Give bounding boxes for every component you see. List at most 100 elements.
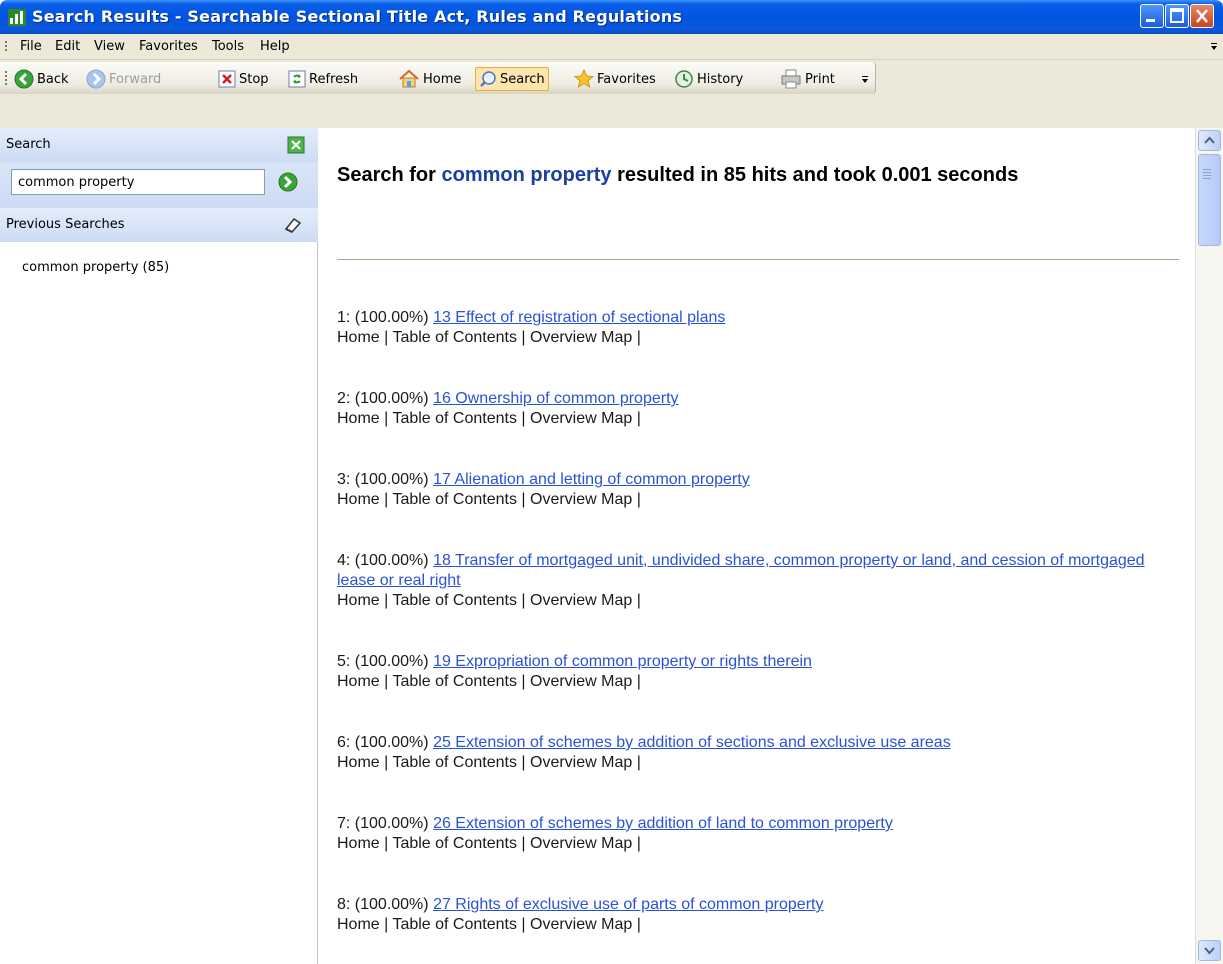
result-nav[interactable]: Home | Table of Contents | Overview Map … [337, 591, 1187, 611]
stop-icon [218, 70, 236, 88]
menu-help[interactable]: Help [260, 39, 290, 54]
window-title: Search Results - Searchable Sectional Ti… [32, 7, 683, 26]
result-nav[interactable]: Home | Table of Contents | Overview Map … [337, 834, 1187, 854]
result-nav[interactable]: Home | Table of Contents | Overview Map … [337, 328, 1187, 348]
heading-term: common property [441, 164, 612, 186]
title-bar[interactable]: Search Results - Searchable Sectional Ti… [0, 0, 1223, 34]
menu-edit[interactable]: Edit [55, 39, 80, 54]
toolbar-overflow-icon[interactable] [860, 72, 870, 86]
favorites-star-icon [574, 69, 594, 89]
result-nav[interactable]: Home | Table of Contents | Overview Map … [337, 490, 1187, 510]
chevron-down-icon [1204, 947, 1215, 955]
scroll-up-button[interactable] [1198, 130, 1221, 151]
scroll-thumb-grip [1203, 169, 1211, 181]
results-list: 1: (100.00%) 13 Effect of registration o… [337, 308, 1187, 964]
result-link[interactable]: 25 Extension of schemes by addition of s… [433, 734, 951, 751]
close-pane-icon[interactable] [287, 136, 305, 154]
menu-overflow-icon[interactable] [1209, 39, 1219, 53]
search-icon [480, 71, 496, 87]
home-icon [399, 69, 419, 88]
close-button[interactable] [1190, 4, 1214, 28]
back-arrow-icon [14, 69, 34, 89]
favorites-button[interactable]: Favorites [574, 67, 656, 91]
result-nav[interactable]: Home | Table of Contents | Overview Map … [337, 409, 1187, 429]
printer-icon [781, 69, 801, 89]
result-item: 4: (100.00%) 18 Transfer of mortgaged un… [337, 551, 1187, 611]
history-icon [675, 70, 693, 88]
eraser-icon[interactable] [283, 217, 303, 233]
search-input[interactable] [11, 169, 265, 195]
result-link[interactable]: 18 Transfer of mortgaged unit, undivided… [337, 552, 1145, 589]
result-link[interactable]: 19 Expropriation of common property or r… [433, 653, 812, 670]
menu-bar: File Edit View Favorites Tools Help [0, 34, 1223, 60]
forward-arrow-icon [86, 69, 106, 89]
result-link[interactable]: 13 Effect of registration of sectional p… [433, 309, 725, 326]
refresh-button[interactable]: Refresh [288, 67, 358, 91]
result-score: 6: (100.00%) [337, 734, 434, 751]
search-pane-title: Search [6, 137, 51, 152]
results-heading: Search for common property resulted in 8… [337, 162, 1137, 189]
app-icon [8, 9, 26, 26]
previous-search-item[interactable]: common property (85) [22, 260, 169, 275]
result-score: 2: (100.00%) [337, 390, 434, 407]
previous-searches-header: Previous Searches [0, 208, 318, 242]
search-pane-header: Search [0, 128, 318, 162]
minimize-icon [1146, 19, 1155, 22]
chevron-up-icon [1204, 136, 1215, 144]
result-item: 3: (100.00%) 17 Alienation and letting o… [337, 470, 1187, 510]
scroll-down-button[interactable] [1198, 940, 1221, 961]
result-nav[interactable]: Home | Table of Contents | Overview Map … [337, 915, 1187, 935]
stop-label: Stop [239, 71, 269, 87]
search-label: Search [500, 71, 545, 87]
forward-button[interactable]: Forward [86, 67, 161, 91]
forward-label: Forward [109, 71, 162, 87]
result-item: 7: (100.00%) 26 Extension of schemes by … [337, 814, 1187, 854]
result-item: 5: (100.00%) 19 Expropriation of common … [337, 652, 1187, 692]
favorites-label: Favorites [597, 71, 656, 87]
menu-favorites[interactable]: Favorites [139, 39, 198, 54]
maximize-button[interactable] [1165, 4, 1189, 28]
result-nav[interactable]: Home | Table of Contents | Overview Map … [337, 753, 1187, 773]
maximize-icon [1170, 8, 1184, 23]
refresh-icon [288, 70, 306, 88]
result-nav[interactable]: Home | Table of Contents | Overview Map … [337, 672, 1187, 692]
toolbar-strip: Back Forward Stop Refresh Home Search Fa… [0, 62, 876, 94]
result-link[interactable]: 17 Alienation and letting of common prop… [433, 471, 750, 488]
result-score: 5: (100.00%) [337, 653, 434, 670]
home-label: Home [423, 71, 462, 87]
menu-view[interactable]: View [94, 39, 125, 54]
stop-button[interactable]: Stop [218, 67, 269, 91]
result-score: 8: (100.00%) [337, 896, 434, 913]
heading-divider [337, 259, 1179, 260]
heading-suffix: resulted in 85 hits and took 0.001 secon… [611, 164, 1019, 186]
menu-file[interactable]: File [20, 39, 42, 54]
previous-searches-list: common property (85) [22, 260, 169, 275]
print-button[interactable]: Print [780, 67, 835, 91]
vertical-scrollbar[interactable] [1195, 128, 1223, 964]
result-item: 8: (100.00%) 27 Rights of exclusive use … [337, 895, 1187, 935]
heading-prefix: Search for [337, 164, 442, 186]
scroll-thumb[interactable] [1198, 154, 1221, 246]
print-label: Print [805, 71, 835, 87]
go-arrow-icon[interactable] [278, 172, 298, 192]
search-button[interactable]: Search [475, 67, 549, 91]
toolbar-grip[interactable] [5, 71, 8, 87]
toolbar: Back Forward Stop Refresh Home Search Fa… [0, 60, 1223, 128]
result-item: 6: (100.00%) 25 Extension of schemes by … [337, 733, 1187, 773]
result-link[interactable]: 27 Rights of exclusive use of parts of c… [433, 896, 823, 913]
home-button[interactable]: Home [398, 67, 461, 91]
previous-searches-title: Previous Searches [6, 217, 125, 232]
result-link[interactable]: 16 Ownership of common property [433, 390, 678, 407]
back-button[interactable]: Back [14, 67, 69, 91]
menu-tools[interactable]: Tools [212, 39, 244, 54]
result-score: 3: (100.00%) [337, 471, 434, 488]
menu-grip[interactable] [5, 41, 8, 53]
history-button[interactable]: History [674, 67, 743, 91]
result-item: 1: (100.00%) 13 Effect of registration o… [337, 308, 1187, 348]
refresh-label: Refresh [309, 71, 359, 87]
results-page: Search for common property resulted in 8… [319, 128, 1195, 964]
minimize-button[interactable] [1140, 4, 1164, 28]
back-label: Back [37, 71, 69, 87]
search-row [0, 162, 318, 208]
result-link[interactable]: 26 Extension of schemes by addition of l… [433, 815, 893, 832]
